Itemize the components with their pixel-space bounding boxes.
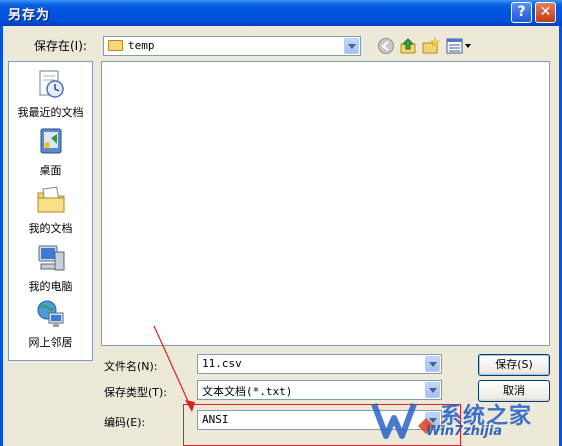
watermark-subtext: Win7zhijia	[426, 424, 503, 439]
place-label: 网上邻居	[28, 336, 73, 349]
save-in-dropdown[interactable]: temp	[103, 36, 361, 56]
views-menu-icon[interactable]	[446, 37, 472, 55]
save-in-value: temp	[128, 39, 155, 52]
place-label: 桌面	[39, 164, 62, 177]
place-my-computer[interactable]: 我的电脑	[9, 242, 92, 298]
help-button[interactable]: ?	[511, 2, 532, 23]
place-my-documents[interactable]: 我的文档	[9, 184, 92, 240]
network-places-icon	[37, 300, 64, 327]
save-in-label: 保存在(I):	[34, 39, 87, 53]
new-folder-icon[interactable]	[422, 37, 440, 55]
my-computer-icon	[38, 245, 65, 271]
place-desktop[interactable]: 桌面	[9, 126, 92, 182]
file-list[interactable]	[101, 61, 550, 346]
place-recent-documents[interactable]: 我最近的文档	[9, 68, 92, 124]
back-icon[interactable]	[377, 37, 395, 55]
chevron-down-icon[interactable]	[425, 356, 440, 372]
places-bar: 我最近的文档 桌面 我的文档 我的电脑 网上邻居	[8, 61, 93, 361]
place-label: 我的电脑	[28, 280, 73, 293]
chevron-down-icon[interactable]	[344, 38, 359, 54]
annotation-arrow	[153, 325, 195, 412]
desktop-icon	[40, 128, 62, 154]
my-documents-icon	[37, 186, 65, 213]
file-name-input[interactable]: 11.csv	[197, 354, 442, 374]
folder-icon	[108, 40, 123, 51]
title-bar[interactable]	[0, 0, 562, 26]
save-button[interactable]: 保存(S)	[478, 354, 550, 376]
up-folder-icon[interactable]	[399, 37, 417, 55]
recent-documents-icon	[39, 70, 64, 98]
window-frame-left	[0, 26, 3, 446]
place-label: 我最近的文档	[17, 106, 84, 119]
close-button[interactable]: ✕	[535, 2, 556, 23]
window-title: 另存为	[8, 8, 51, 23]
place-network-places[interactable]: 网上邻居	[9, 298, 92, 354]
place-label: 我的文档	[28, 222, 73, 235]
